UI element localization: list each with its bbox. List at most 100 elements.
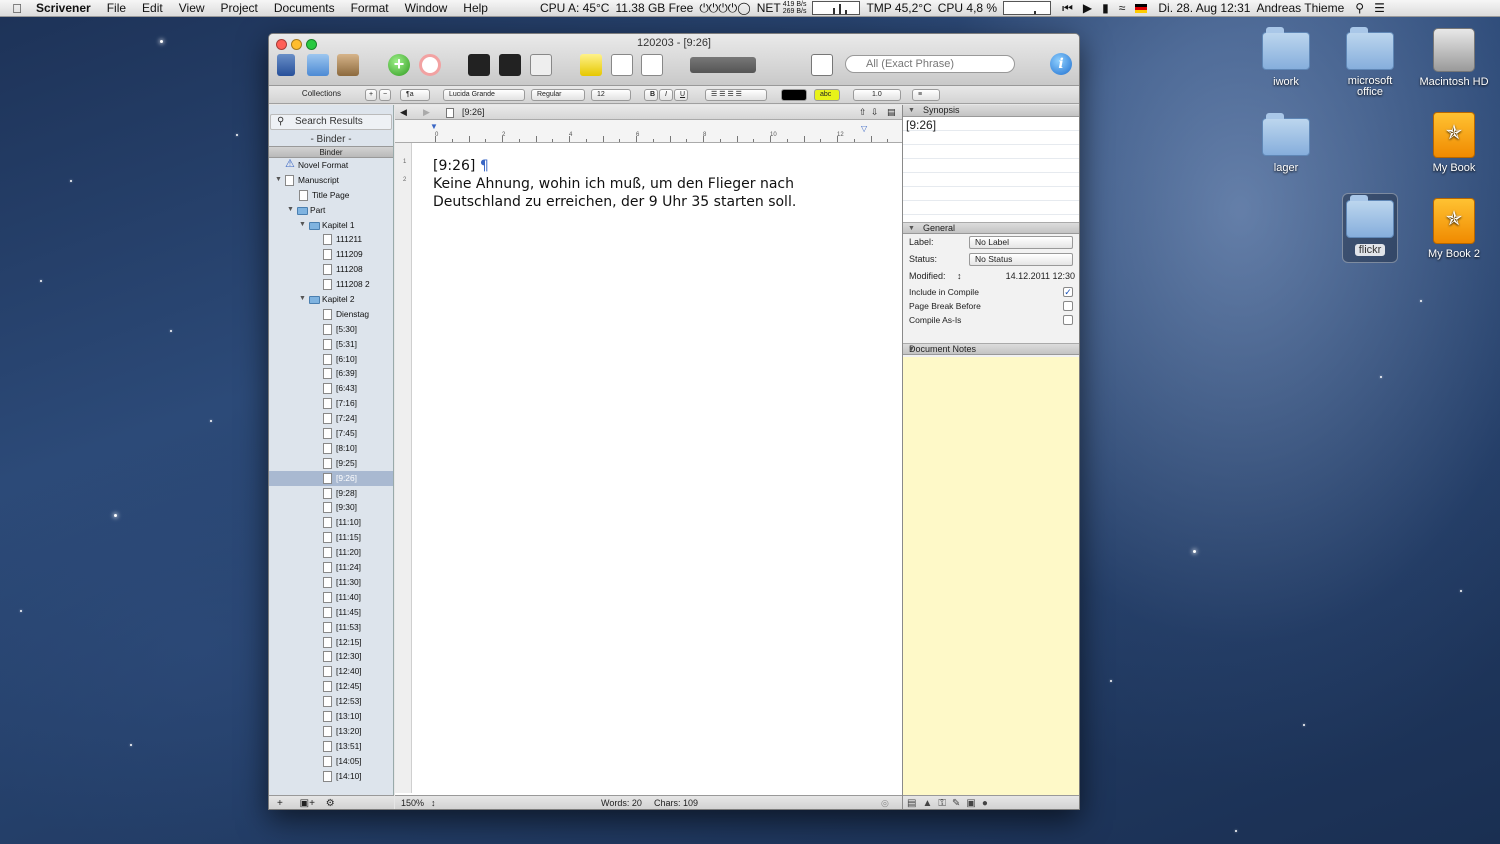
modified-stepper-icon[interactable]: ↕ [957, 268, 962, 285]
binder-item[interactable]: [12:45] [269, 679, 393, 694]
menu-view[interactable]: View [171, 1, 213, 15]
search-results-button[interactable]: ⚲ Search Results [270, 114, 392, 130]
page-break-checkbox[interactable] [1063, 301, 1073, 311]
label-select[interactable]: No Label [969, 236, 1073, 249]
lock-icon[interactable]: ● [982, 798, 994, 809]
apple-menu-icon[interactable]:  [0, 1, 28, 16]
rewind-icon[interactable]: ⏮ [1062, 1, 1073, 16]
desktop-icon-my-book[interactable]: ✯ My Book [1414, 112, 1494, 174]
play-icon[interactable]: ▶ [1083, 1, 1092, 15]
binder-item[interactable]: [6:43] [269, 381, 393, 396]
scrivenings-icon[interactable] [611, 54, 633, 76]
binder-item[interactable]: [6:10] [269, 352, 393, 367]
cpu-temp-status[interactable]: CPU A: 45°C [540, 1, 610, 15]
airplay-icon[interactable]: ▮ [1102, 1, 1109, 15]
collections-icon[interactable] [307, 54, 329, 76]
tmp-status[interactable]: TMP 45,2°C [866, 1, 931, 15]
search-input[interactable]: All (Exact Phrase) [845, 55, 1015, 73]
binder-item[interactable]: ▼ Kapitel 2 [269, 292, 393, 307]
italic-button[interactable]: I [659, 89, 673, 101]
add-item-icon[interactable]: + [277, 798, 283, 809]
disclosure-triangle-icon[interactable]: ▼ [287, 203, 294, 218]
references-tab-icon[interactable]: ▲ [922, 798, 938, 809]
quickref-icon[interactable] [641, 54, 663, 76]
desktop-icon-microsoft-office[interactable]: microsoft office [1330, 27, 1410, 98]
right-indent-marker-icon[interactable]: ▽ [861, 124, 867, 133]
delete-icon[interactable] [419, 54, 441, 76]
binder-item[interactable]: Dienstag [269, 307, 393, 322]
desktop-icon-my-book-2[interactable]: ✯ My Book 2 [1414, 198, 1494, 260]
binder-item[interactable]: 111208 [269, 262, 393, 277]
menu-project[interactable]: Project [213, 1, 266, 15]
clock[interactable]: Di. 28. Aug 12:31 [1158, 1, 1250, 15]
snapshot-icon[interactable] [580, 54, 602, 76]
search-scope-icon[interactable] [811, 54, 833, 76]
zoom-select[interactable]: 150% [401, 796, 424, 809]
down-arrow-icon[interactable]: ⇩ [871, 105, 879, 119]
binder-item[interactable]: [14:05] [269, 754, 393, 769]
composition-mode-icon[interactable] [468, 54, 490, 76]
menu-help[interactable]: Help [455, 1, 496, 15]
add-folder-icon[interactable]: ▣+ [300, 798, 315, 809]
binder-item[interactable]: [8:10] [269, 441, 393, 456]
binder-item[interactable]: [7:24] [269, 411, 393, 426]
binder-item[interactable]: ▼ Kapitel 1 [269, 218, 393, 233]
bold-button[interactable]: B [644, 89, 658, 101]
target-icon[interactable]: ◎ [881, 796, 889, 809]
editor-doc-title[interactable]: [9:26] [462, 105, 485, 119]
menu-edit[interactable]: Edit [134, 1, 171, 15]
binder-item[interactable]: [9:26] [269, 470, 393, 486]
forward-arrow-icon[interactable]: ▶ [423, 105, 430, 119]
binder-item[interactable]: [6:39] [269, 366, 393, 381]
disk-free-status[interactable]: 11.38 GB Free [615, 1, 693, 15]
add-collection-button[interactable]: + [365, 89, 377, 101]
app-menu[interactable]: Scrivener [28, 1, 99, 15]
font-family-select[interactable]: Lucida Grande [443, 89, 525, 101]
desktop-icon-lager[interactable]: lager [1246, 113, 1326, 174]
binder-item[interactable]: [12:40] [269, 664, 393, 679]
notes-tab-icon[interactable]: ▤ [907, 798, 922, 809]
split-editor-icon[interactable]: ▤ [887, 105, 896, 119]
binder-item[interactable]: 111208 2 [269, 277, 393, 292]
menu-documents[interactable]: Documents [266, 1, 343, 15]
binder-item[interactable]: [9:28] [269, 486, 393, 501]
binder-item[interactable]: ▼ Part [269, 203, 393, 218]
binder-item[interactable]: ▼ Manuscript [269, 173, 393, 188]
text-color-swatch[interactable] [781, 89, 807, 101]
net-label[interactable]: NET [757, 1, 781, 15]
document-notes[interactable] [903, 357, 1079, 795]
highlight-color-button[interactable]: abc [814, 89, 840, 101]
disclosure-triangle-icon[interactable]: ▼ [299, 292, 306, 307]
list-select[interactable]: ≡ [912, 89, 940, 101]
status-select[interactable]: No Status [969, 253, 1073, 266]
menu-file[interactable]: File [99, 1, 134, 15]
back-arrow-icon[interactable]: ◀ [400, 105, 407, 119]
synopsis-header[interactable]: Synopsis [903, 105, 1079, 117]
desktop-icon-iwork[interactable]: iwork [1246, 27, 1326, 88]
binder-item[interactable]: [11:53] [269, 620, 393, 635]
font-size-select[interactable]: 12 [591, 89, 631, 101]
binder-item[interactable]: 111209 [269, 247, 393, 262]
wifi-icon[interactable]: ≈ [1119, 1, 1126, 15]
binder-item[interactable]: ⚠ Novel Format [269, 158, 393, 173]
view-mode-segment[interactable] [690, 57, 756, 73]
disclosure-triangle-icon[interactable]: ▼ [299, 218, 306, 233]
remove-collection-button[interactable]: − [379, 89, 391, 101]
left-indent-marker-icon[interactable]: ▼ [430, 122, 438, 131]
compile-as-is-checkbox[interactable] [1063, 315, 1073, 325]
desktop-icon-flickr[interactable]: flickr [1342, 193, 1398, 263]
power-icons[interactable]: ⏻⏻⏻⏻◯ [699, 1, 750, 16]
keywords-tab-icon[interactable]: ⚿ [938, 798, 952, 809]
fullscreen-icon[interactable] [530, 54, 552, 76]
editor-text[interactable]: [9:26] ¶ Keine Ahnung, wohin ich muß, um… [433, 157, 883, 211]
cpu-usage-status[interactable]: CPU 4,8 % [938, 1, 997, 15]
user-name[interactable]: Andreas Thieme [1256, 1, 1344, 15]
binder-item[interactable]: [12:15] [269, 635, 393, 650]
flag-de-icon[interactable] [1135, 3, 1148, 13]
line-spacing-select[interactable]: 1.0 [853, 89, 901, 101]
inspector-toggle-icon[interactable]: i [1050, 53, 1072, 75]
synopsis-text[interactable]: [9:26] [903, 117, 1079, 222]
up-arrow-icon[interactable]: ⇧ [859, 105, 867, 119]
binder-item[interactable]: [12:30] [269, 649, 393, 664]
include-compile-checkbox[interactable]: ✓ [1063, 287, 1073, 297]
